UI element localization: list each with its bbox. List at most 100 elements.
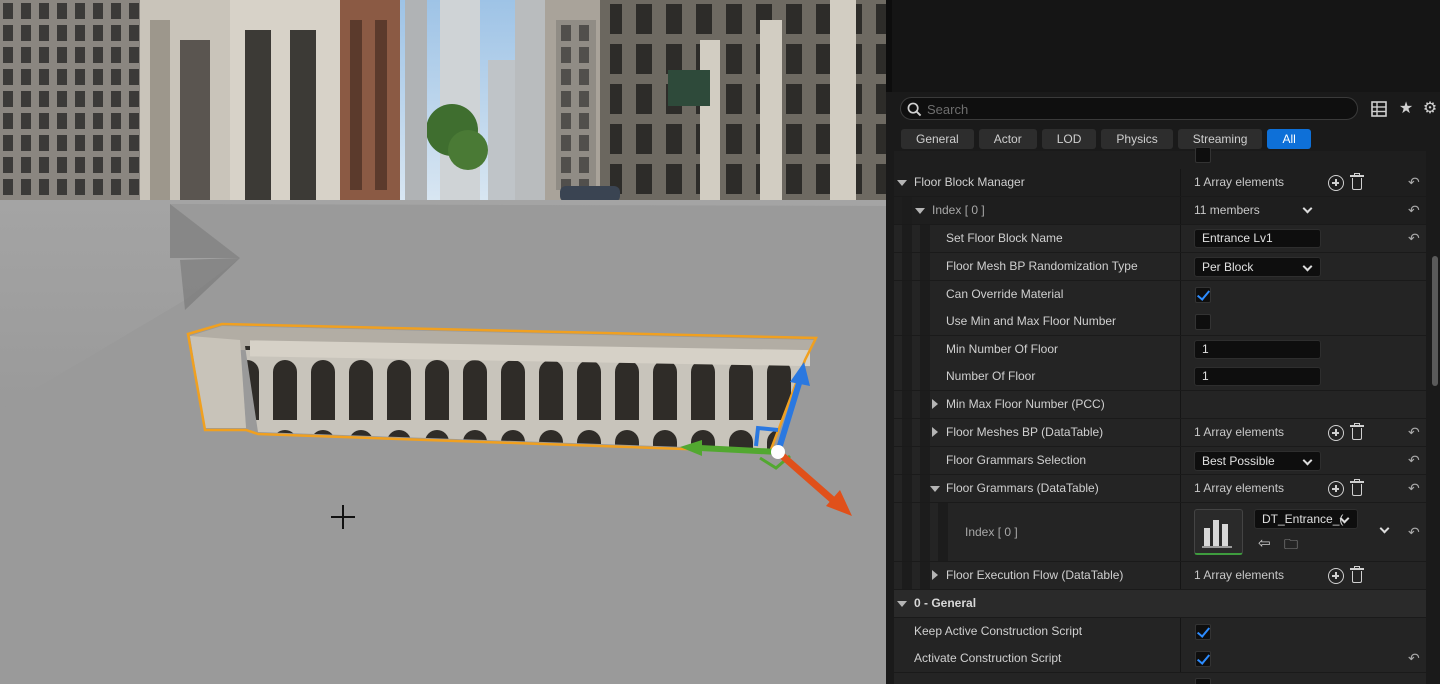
indent-guide: [902, 197, 912, 224]
reset-to-default-icon[interactable]: ↶: [1408, 203, 1422, 217]
floor-block-name-input[interactable]: Entrance Lv1: [1194, 229, 1321, 248]
browse-asset-icon[interactable]: 🗀: [1284, 535, 1302, 553]
search-icon: [907, 102, 922, 117]
tab-all[interactable]: All: [1267, 129, 1311, 149]
row-index-0[interactable]: Index [ 0 ] 11 members ↶: [894, 197, 1426, 224]
property-label: Set Floor Block Name: [946, 231, 1063, 245]
indent-guide: [920, 253, 930, 280]
collapse-arrow-icon[interactable]: [897, 601, 907, 607]
clipped-checkbox: [1195, 147, 1211, 163]
column-divider: [1180, 225, 1181, 252]
indent-guide: [920, 503, 930, 561]
indent-guide: [902, 253, 912, 280]
row-floor-block-manager[interactable]: Floor Block Manager 1 Array elements ↶: [894, 169, 1426, 196]
property-label: Activate Construction Script: [914, 651, 1062, 665]
reset-to-default-icon[interactable]: ↶: [1408, 453, 1422, 467]
details-scrollbar[interactable]: [1432, 256, 1438, 386]
grammars-selection-dropdown[interactable]: Best Possible: [1194, 451, 1321, 471]
indent-guide: [902, 308, 912, 335]
chevron-down-icon[interactable]: [1379, 523, 1390, 534]
delete-icon[interactable]: [1350, 423, 1364, 440]
property-value: 1 Array elements: [1194, 175, 1285, 189]
property-label: Keep Active Construction Script: [914, 624, 1083, 638]
category-general[interactable]: 0 - General: [894, 590, 1426, 617]
tab-general[interactable]: General: [901, 129, 974, 149]
search-input[interactable]: [927, 100, 1347, 118]
tab-streaming[interactable]: Streaming: [1177, 129, 1263, 149]
indent-guide: [920, 225, 930, 252]
expand-arrow-icon[interactable]: [932, 427, 938, 437]
row-floor-execution-flow[interactable]: Floor Execution Flow (DataTable) 1 Array…: [894, 562, 1426, 589]
row-min-max-floor-number-pcc[interactable]: Min Max Floor Number (PCC): [894, 391, 1426, 418]
indent-guide: [902, 391, 912, 418]
table-view-icon[interactable]: [1369, 99, 1389, 119]
delete-icon[interactable]: [1350, 566, 1364, 583]
star-icon[interactable]: ★: [1396, 99, 1416, 119]
tab-actor[interactable]: Actor: [978, 129, 1037, 149]
collapse-arrow-icon[interactable]: [897, 180, 907, 186]
keep-active-construction-checkbox[interactable]: [1195, 624, 1211, 640]
add-element-icon[interactable]: [1328, 175, 1344, 191]
indent-guide: [920, 562, 930, 589]
row-number-of-floor: Number Of Floor 1: [894, 363, 1426, 390]
reset-to-default-icon[interactable]: ↶: [1408, 231, 1422, 245]
column-divider: [1180, 253, 1181, 280]
row-can-override-material: Can Override Material: [894, 281, 1426, 308]
indent-guide: [920, 419, 930, 446]
number-of-floor-input[interactable]: 1: [1194, 367, 1321, 386]
reset-to-default-icon[interactable]: ↶: [1408, 481, 1422, 495]
row-floor-grammars-datatable[interactable]: Floor Grammars (DataTable) 1 Array eleme…: [894, 475, 1426, 502]
property-label: Index [ 0 ]: [932, 203, 985, 217]
activate-construction-checkbox[interactable]: [1195, 651, 1211, 667]
property-value: 1 Array elements: [1194, 481, 1285, 495]
level-viewport[interactable]: [0, 0, 886, 684]
settings-icon[interactable]: ⚙: [1420, 99, 1440, 119]
viewport-scene: [0, 0, 886, 684]
indent-guide: [902, 562, 912, 589]
add-element-icon[interactable]: [1328, 481, 1344, 497]
can-override-material-checkbox[interactable]: [1195, 287, 1211, 303]
property-label: Floor Execution Flow (DataTable): [946, 568, 1124, 582]
row-floor-meshes-bp[interactable]: Floor Meshes BP (DataTable) 1 Array elem…: [894, 419, 1426, 446]
search-box[interactable]: [900, 97, 1358, 120]
reset-to-default-icon[interactable]: ↶: [1408, 175, 1422, 189]
row-floor-mesh-randomization-type: Floor Mesh BP Randomization Type Per Blo…: [894, 253, 1426, 280]
indent-guide: [902, 281, 912, 308]
column-divider: [1180, 475, 1181, 502]
collapse-arrow-icon[interactable]: [915, 208, 925, 214]
indent-guide: [902, 225, 912, 252]
asset-picker-dropdown[interactable]: DT_Entrance_(: [1254, 509, 1358, 529]
row-use-min-max-floor-number: Use Min and Max Floor Number: [894, 308, 1426, 335]
column-divider: [1180, 197, 1181, 224]
collapse-arrow-icon[interactable]: [930, 486, 940, 492]
reset-to-default-icon[interactable]: ↶: [1408, 651, 1422, 665]
clipped-row: [894, 673, 1426, 684]
chevron-down-icon[interactable]: [1302, 203, 1313, 214]
expand-arrow-icon[interactable]: [932, 399, 938, 409]
row-set-floor-block-name: Set Floor Block Name Entrance Lv1 ↶: [894, 225, 1426, 252]
indent-guide: [920, 447, 930, 474]
indent-guide: [902, 363, 912, 390]
property-label: Use Min and Max Floor Number: [946, 314, 1117, 328]
use-min-max-floor-checkbox[interactable]: [1195, 314, 1211, 330]
expand-arrow-icon[interactable]: [932, 570, 938, 580]
chevron-down-icon: [1302, 261, 1313, 272]
tab-lod[interactable]: LOD: [1041, 129, 1097, 149]
add-element-icon[interactable]: [1328, 425, 1344, 441]
tab-physics[interactable]: Physics: [1101, 129, 1173, 149]
randomization-type-dropdown[interactable]: Per Block: [1194, 257, 1321, 277]
min-number-of-floor-input[interactable]: 1: [1194, 340, 1321, 359]
column-divider: [1180, 645, 1181, 672]
use-selected-asset-icon[interactable]: ⇦: [1258, 535, 1276, 553]
indent-guide: [920, 363, 930, 390]
column-divider: [1180, 363, 1181, 390]
reset-to-default-icon[interactable]: ↶: [1408, 525, 1422, 539]
indent-guide: [920, 308, 930, 335]
property-label: Min Number Of Floor: [946, 342, 1059, 356]
add-element-icon[interactable]: [1328, 568, 1344, 584]
datatable-thumbnail[interactable]: [1194, 509, 1243, 555]
delete-icon[interactable]: [1350, 173, 1364, 190]
delete-icon[interactable]: [1350, 479, 1364, 496]
reset-to-default-icon[interactable]: ↶: [1408, 425, 1422, 439]
row-keep-active-construction-script: Keep Active Construction Script: [894, 618, 1426, 645]
